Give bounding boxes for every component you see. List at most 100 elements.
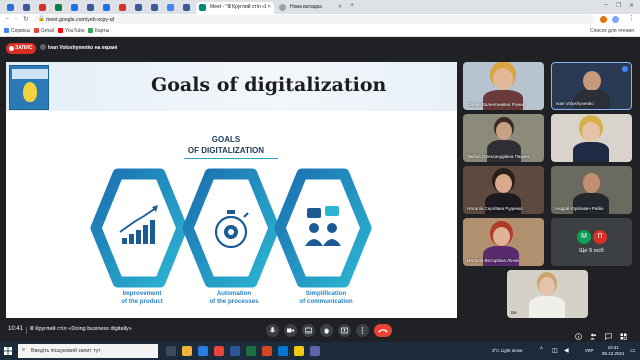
windows-start-icon[interactable] xyxy=(4,347,12,355)
word-icon[interactable] xyxy=(230,346,240,356)
notifications-icon[interactable]: ▭ xyxy=(630,347,636,354)
activities-icon[interactable] xyxy=(620,327,627,340)
more-options-button[interactable] xyxy=(356,324,369,337)
forward-icon[interactable]: → xyxy=(13,15,20,22)
participant-tile[interactable]: Андрій Юрійович Рибін xyxy=(551,166,632,214)
file-explorer-icon[interactable] xyxy=(182,346,192,356)
record-label: ЗАПИС xyxy=(15,45,33,51)
tab-favicon xyxy=(71,4,78,11)
close-tab-icon[interactable]: ✕ xyxy=(338,4,342,10)
pinned-tab[interactable] xyxy=(100,2,114,14)
participant-tile[interactable]: Олена Валентинівна Різник xyxy=(463,62,544,110)
new-tab-plus-icon[interactable]: + xyxy=(350,2,354,9)
bookmark-gmail[interactable]: Gmail xyxy=(34,28,54,34)
close-window-icon[interactable]: ✕ xyxy=(629,2,634,9)
gmail-icon xyxy=(34,28,39,33)
apps-grid-icon xyxy=(4,28,9,33)
heading-underline xyxy=(184,158,278,159)
pinned-tab[interactable] xyxy=(52,2,66,14)
captions-button[interactable] xyxy=(302,324,315,337)
camera-button[interactable] xyxy=(284,324,297,337)
language-indicator[interactable]: УКР xyxy=(585,348,593,353)
extension-icon[interactable] xyxy=(600,16,607,23)
camera-icon xyxy=(287,328,294,333)
edge-icon[interactable] xyxy=(198,346,208,356)
store-icon[interactable] xyxy=(278,346,288,356)
minimize-icon[interactable]: – xyxy=(604,1,608,8)
tab-favicon xyxy=(103,4,110,11)
mail-app-icon[interactable] xyxy=(214,346,224,356)
pinned-tab[interactable] xyxy=(164,2,178,14)
taskbar-search-box[interactable]: ⌕ Введіть пошуковий запит тут xyxy=(18,344,158,358)
hexagon-chain xyxy=(90,168,372,288)
tab-favicon xyxy=(7,4,14,11)
goals-heading: GOALS OF DIGITALIZATION xyxy=(6,134,446,156)
present-button[interactable] xyxy=(338,324,351,337)
goal-line1: Improvement xyxy=(122,290,162,297)
pinned-tab[interactable] xyxy=(4,2,18,14)
back-icon[interactable]: ← xyxy=(4,15,11,22)
maximize-icon[interactable]: ❐ xyxy=(616,2,621,9)
bookmark-maps[interactable]: Карты xyxy=(88,28,109,34)
bookmark-apps[interactable]: Сервісы xyxy=(4,28,30,34)
close-tab-icon[interactable]: ✕ xyxy=(267,4,271,10)
slide-title: Goals of digitalization xyxy=(151,74,387,96)
chat-icon[interactable] xyxy=(605,327,612,341)
pinned-tab[interactable] xyxy=(20,2,34,14)
self-view-tile[interactable]: Ви xyxy=(507,270,588,318)
participant-name: Любов Олександрівна Пашен... xyxy=(467,154,533,159)
goals-heading-line1: GOALS xyxy=(211,135,241,144)
pinned-tab[interactable] xyxy=(68,2,82,14)
chrome-icon[interactable] xyxy=(294,346,304,356)
participant-name: Ivan Voloshynenko xyxy=(556,101,594,106)
raise-hand-button[interactable] xyxy=(320,324,333,337)
reading-list[interactable]: Список для чтения xyxy=(590,28,634,34)
goal-label-improvement: Improvement of the product xyxy=(98,290,186,306)
weather-widget[interactable]: 3°C Light snow xyxy=(492,348,522,353)
reload-icon[interactable]: ↻ xyxy=(23,15,29,23)
volume-icon[interactable]: ◀ xyxy=(564,347,569,354)
participant-tile[interactable]: Наталія Вікторівна Ліннік xyxy=(463,218,544,266)
network-icon[interactable]: ◫ xyxy=(552,347,558,354)
profile-avatar[interactable] xyxy=(612,16,619,23)
tab-meet[interactable]: Meet - "Ⅲ Круглий стіл «Doing ✕ xyxy=(196,2,274,14)
task-view-icon[interactable] xyxy=(166,346,176,356)
tab-favicon xyxy=(87,4,94,11)
tab-label: Meet - "Ⅲ Круглий стіл «Doing xyxy=(210,4,266,10)
participant-tile[interactable]: Наталія Сергіївна Руденко xyxy=(463,166,544,214)
url-bar[interactable]: 🔒 meet.google.com/yeb-xcpy-qf xyxy=(34,15,594,24)
more-participants-tile[interactable]: M П Ще 9 осіб xyxy=(551,218,632,266)
pinned-tab[interactable] xyxy=(148,2,162,14)
tab-favicon xyxy=(23,4,30,11)
tray-clock[interactable]: 10:41 06.12.2021 xyxy=(602,345,625,357)
teams-icon[interactable] xyxy=(310,346,320,356)
maps-icon xyxy=(88,28,93,33)
present-screen-icon xyxy=(341,327,348,334)
tray-chevron-icon[interactable]: ^ xyxy=(540,347,543,353)
powerpoint-icon[interactable] xyxy=(262,346,272,356)
pinned-tab[interactable] xyxy=(84,2,98,14)
url-text: meet.google.com/yeb-xcpy-qf xyxy=(46,17,115,23)
tab-new-tab[interactable]: Нова вкладка ✕ xyxy=(276,2,346,14)
record-indicator[interactable]: ЗАПИС xyxy=(6,43,36,54)
browser-menu-icon[interactable]: ⋮ xyxy=(628,14,635,22)
tray-date: 06.12.2021 xyxy=(602,351,625,356)
excel-icon[interactable] xyxy=(246,346,256,356)
bookmark-label: YouTube xyxy=(65,28,85,34)
participant-name: Ви xyxy=(511,310,517,315)
pinned-tab[interactable] xyxy=(180,2,194,14)
participant-tile[interactable]: Ivan Voloshynenko xyxy=(551,62,632,110)
pinned-tab[interactable] xyxy=(36,2,50,14)
microphone-button[interactable] xyxy=(266,324,279,337)
participant-tile[interactable] xyxy=(551,114,632,162)
people-icon[interactable] xyxy=(590,327,597,340)
hexagon-outline xyxy=(90,168,188,288)
pinned-tab[interactable] xyxy=(116,2,130,14)
info-icon[interactable] xyxy=(575,327,582,340)
participant-tile[interactable]: Любов Олександрівна Пашен... xyxy=(463,114,544,162)
leave-call-button[interactable] xyxy=(374,324,392,337)
pinned-tab[interactable] xyxy=(132,2,146,14)
goal-label-simplification: Simplification of communication xyxy=(282,290,370,306)
bookmark-youtube[interactable]: YouTube xyxy=(58,28,85,34)
goals-heading-line2: OF DIGITALIZATION xyxy=(187,146,265,155)
